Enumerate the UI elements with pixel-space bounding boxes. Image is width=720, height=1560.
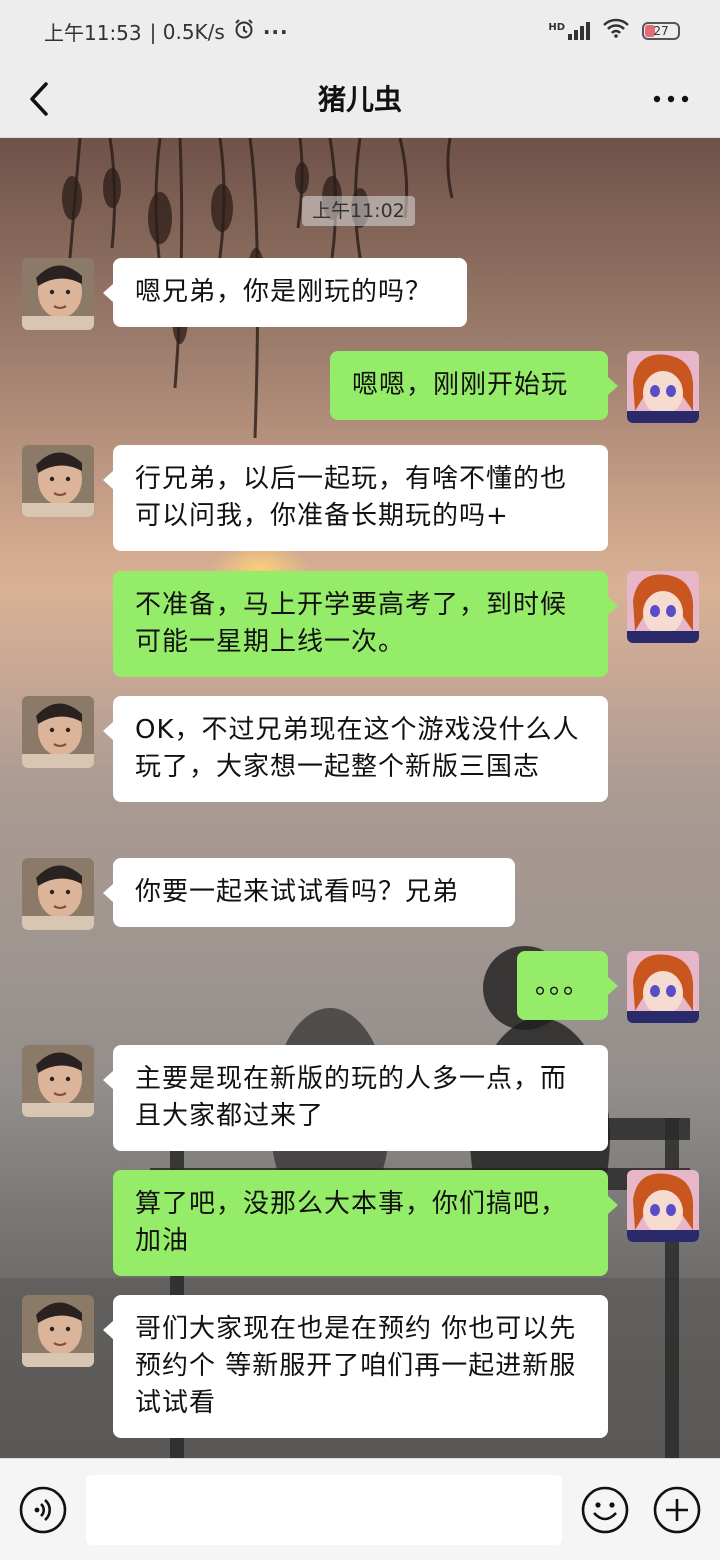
message-bubble-outgoing[interactable]: 不准备，马上开学要高考了，到时候可能一星期上线一次。	[113, 571, 618, 677]
alarm-icon	[233, 18, 255, 45]
more-icon	[653, 95, 689, 103]
battery-level: 27	[653, 23, 669, 38]
user-avatar[interactable]	[627, 1170, 699, 1242]
more-options-button[interactable]	[648, 76, 694, 122]
voice-button[interactable]	[18, 1485, 68, 1535]
wifi-icon	[602, 18, 630, 43]
user-avatar[interactable]	[627, 351, 699, 423]
contact-avatar[interactable]	[22, 696, 94, 768]
status-more: ···	[262, 19, 289, 44]
contact-avatar[interactable]	[22, 858, 94, 930]
emoji-icon	[581, 1486, 629, 1534]
message-bubble-outgoing[interactable]: 。。。	[517, 951, 618, 1020]
status-speed: | 0.5K/s	[149, 19, 225, 44]
message-bubble-incoming[interactable]: OK，不过兄弟现在这个游戏没什么人玩了，大家想一起整个新版三国志	[103, 696, 608, 802]
contact-avatar[interactable]	[22, 445, 94, 517]
emoji-button[interactable]	[580, 1485, 630, 1535]
contact-avatar[interactable]	[22, 258, 94, 330]
message-bubble-incoming[interactable]: 嗯兄弟，你是刚玩的吗？	[103, 258, 467, 327]
message-bubble-incoming[interactable]: 主要是现在新版的玩的人多一点，而且大家都过来了	[103, 1045, 608, 1151]
more-functions-button[interactable]	[652, 1485, 702, 1535]
input-bar	[0, 1458, 720, 1560]
message-input[interactable]	[86, 1475, 562, 1545]
user-avatar[interactable]	[627, 571, 699, 643]
chat-header: 猪儿虫	[0, 60, 720, 138]
plus-icon	[653, 1486, 701, 1534]
message-bubble-incoming[interactable]: 你要一起来试试看吗？兄弟	[103, 858, 515, 927]
signal-icon: HD	[548, 21, 590, 40]
message-bubble-outgoing[interactable]: 嗯嗯，刚刚开始玩	[330, 351, 618, 420]
battery-icon: 27	[642, 21, 680, 40]
contact-avatar[interactable]	[22, 1295, 94, 1367]
message-bubble-incoming[interactable]: 行兄弟，以后一起玩，有啥不懂的也可以问我，你准备长期玩的吗+	[103, 445, 608, 551]
voice-icon	[19, 1486, 67, 1534]
status-time: 上午11:53	[44, 21, 142, 45]
network-label: HD	[548, 21, 565, 33]
contact-avatar[interactable]	[22, 1045, 94, 1117]
message-bubble-incoming[interactable]: 哥们大家现在也是在预约 你也可以先预约个 等新服开了咱们再一起进新服试试看	[103, 1295, 608, 1438]
chat-area[interactable]: 上午11:02 嗯兄弟，你是刚玩的吗？ 嗯嗯，刚刚开始玩 行兄弟，以后一起玩，有…	[0, 138, 720, 1458]
message-bubble-outgoing[interactable]: 算了吧，没那么大本事，你们搞吧，加油	[113, 1170, 618, 1276]
status-bar: 上午11:53 | 0.5K/s ··· HD 27	[0, 0, 720, 60]
chat-title: 猪儿虫	[317, 83, 402, 116]
chat-timestamp: 上午11:02	[302, 196, 415, 226]
user-avatar[interactable]	[627, 951, 699, 1023]
